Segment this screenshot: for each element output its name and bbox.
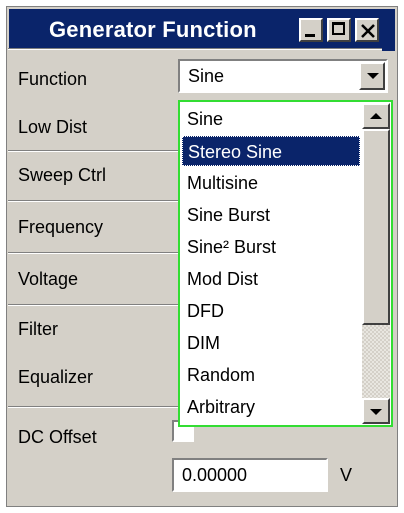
chevron-down-icon xyxy=(367,73,379,79)
window-title: Generator Function xyxy=(49,17,257,42)
title-bar[interactable]: Generator Function xyxy=(9,9,395,51)
dropdown-option-arbitrary[interactable]: Arbitrary xyxy=(182,392,360,422)
sweep-ctrl-label: Sweep Ctrl xyxy=(18,165,107,185)
function-select-value: Sine xyxy=(188,66,225,86)
dropdown-option-dfd[interactable]: DFD xyxy=(182,296,360,326)
dc-offset-value-field[interactable]: 0.00000 xyxy=(172,458,328,492)
minimize-button[interactable] xyxy=(299,18,323,42)
dropdown-option-sine2-burst[interactable]: Sine² Burst xyxy=(182,232,360,262)
maximize-button[interactable] xyxy=(327,18,351,42)
equalizer-label: Equalizer xyxy=(18,367,94,387)
voltage-label: Voltage xyxy=(18,269,79,289)
dropdown-option-mod-dist[interactable]: Mod Dist xyxy=(182,264,360,294)
dropdown-option-stereo-sine[interactable]: Stereo Sine xyxy=(182,136,360,166)
dropdown-option-multisine[interactable]: Multisine xyxy=(182,168,360,198)
dropdown-option-random[interactable]: Random xyxy=(182,360,360,390)
filter-label: Filter xyxy=(18,319,58,339)
scroll-up-button[interactable] xyxy=(362,103,390,129)
chevron-down-icon xyxy=(370,409,382,415)
function-dropdown-button[interactable] xyxy=(359,62,385,90)
function-select[interactable]: Sine xyxy=(178,59,388,93)
frequency-label: Frequency xyxy=(18,217,104,237)
maximize-icon xyxy=(332,22,345,35)
close-button[interactable] xyxy=(355,18,379,42)
minimize-icon xyxy=(305,34,315,37)
scroll-down-button[interactable] xyxy=(362,398,390,424)
dropdown-option-dim[interactable]: DIM xyxy=(182,328,360,358)
low-dist-label: Low Dist xyxy=(18,117,88,137)
dropdown-scrollbar[interactable] xyxy=(362,103,390,424)
dc-offset-label: DC Offset xyxy=(18,427,97,447)
function-dropdown-list[interactable]: Sine Stereo Sine Multisine Sine Burst Si… xyxy=(178,100,393,427)
chevron-up-icon xyxy=(370,113,382,119)
dc-offset-unit: V xyxy=(340,465,353,485)
function-label: Function xyxy=(18,69,88,89)
close-icon xyxy=(361,24,375,38)
dropdown-option-sine[interactable]: Sine xyxy=(182,104,360,134)
dropdown-option-sine-burst[interactable]: Sine Burst xyxy=(182,200,360,230)
scroll-thumb[interactable] xyxy=(362,129,390,325)
